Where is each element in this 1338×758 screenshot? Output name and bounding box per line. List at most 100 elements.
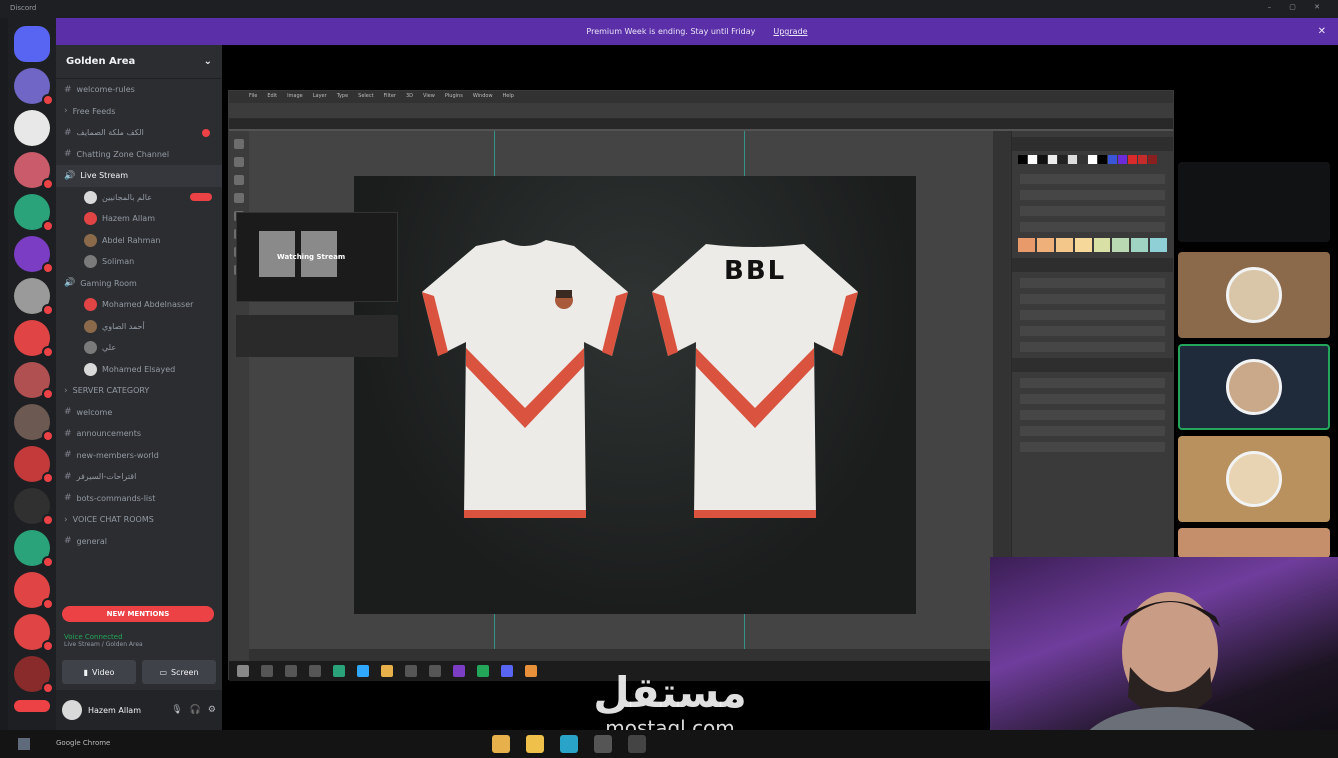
lasso-tool-icon[interactable] [234,175,244,185]
channel-item[interactable]: # bots-commands-list [56,488,222,510]
banner-upgrade-link[interactable]: Upgrade [773,27,807,36]
select-tool-icon[interactable] [234,157,244,167]
start-icon[interactable] [18,738,30,750]
voice-member[interactable]: Abdel Rahman [56,230,222,252]
channel-category[interactable]: › SERVER CATEGORY [56,380,222,402]
channel-category[interactable]: › VOICE CHAT ROOMS [56,509,222,531]
server-icon[interactable] [14,656,54,694]
headphones-icon[interactable]: 🎧 [190,705,201,715]
window-controls[interactable]: – ▢ ✕ [1268,3,1328,11]
close-icon[interactable]: ✕ [1318,26,1326,37]
crop-tool-icon[interactable] [234,193,244,203]
channel-item[interactable]: 🔊 Gaming Room [56,273,222,295]
server-icon[interactable] [14,278,54,316]
channel-category[interactable]: › Free Feeds [56,101,222,123]
server-icon[interactable] [14,152,54,190]
ps-menu-item[interactable]: Filter [384,93,396,101]
voice-member[interactable]: علي [56,337,222,359]
layer-row[interactable] [1020,410,1165,420]
ps-menu-item[interactable]: Select [358,93,373,101]
layer-row[interactable] [1020,378,1165,388]
server-icon[interactable] [14,320,54,358]
layer-row[interactable] [1020,442,1165,452]
swatch-folder[interactable] [1020,174,1165,184]
home-icon[interactable] [14,26,50,62]
swatch-folder[interactable] [1020,190,1165,200]
server-icon[interactable] [14,446,54,484]
edge-icon[interactable] [560,735,578,753]
new-mentions-pill[interactable]: NEW MENTIONS [62,606,214,622]
channel-item[interactable]: # اقتراحات-السيرفر [56,466,222,488]
screen-share-button[interactable]: ▭ Screen [142,660,216,684]
property-row[interactable] [1020,342,1165,352]
tone-swatches[interactable] [1012,238,1173,252]
swatch-folder[interactable] [1020,222,1165,232]
server-header[interactable]: Golden Area ⌄ [56,45,222,79]
swatches-grid[interactable] [1012,151,1173,168]
participant-tile[interactable] [1178,436,1330,522]
swatch-folder[interactable] [1020,206,1165,216]
server-icon[interactable] [14,68,54,106]
ps-menu-item[interactable]: Plugins [445,93,463,101]
channel-item[interactable]: # new-members-world [56,445,222,467]
voice-member[interactable]: عالم بالمجانيين [56,187,222,209]
participant-tile[interactable] [1178,528,1330,558]
channel-item[interactable]: # announcements [56,423,222,445]
ps-menu-item[interactable]: Window [473,93,493,101]
gear-icon[interactable]: ⚙ [208,705,216,715]
swatches-panel-header[interactable] [1012,137,1173,151]
avatar[interactable] [62,700,82,720]
chrome-icon[interactable] [492,735,510,753]
ps-menu-item[interactable]: 3D [406,93,413,101]
video-button[interactable]: ▮ Video [62,660,136,684]
voice-member[interactable]: Hazem Allam [56,208,222,230]
ps-menu-item[interactable]: View [423,93,435,101]
participant-tile[interactable] [1178,344,1330,430]
ps-menu-item[interactable]: Help [503,93,514,101]
folder-icon[interactable] [526,735,544,753]
properties-panel-header[interactable] [1012,258,1173,272]
property-row[interactable] [1020,310,1165,320]
server-icon[interactable] [14,530,54,568]
move-tool-icon[interactable] [234,139,244,149]
channel-item[interactable]: 🔊 Live Stream [56,165,222,187]
participant-tile-stream[interactable] [1178,162,1330,242]
app-icon[interactable] [594,735,612,753]
stream-preview-popup[interactable]: Watching Stream [236,212,398,302]
ps-canvas-area[interactable]: BBL [249,131,1009,649]
channel-item[interactable]: # Chatting Zone Channel [56,144,222,166]
layer-row[interactable] [1020,394,1165,404]
server-icon[interactable] [14,236,54,274]
microphone-icon[interactable]: 🎙 [171,705,182,715]
property-row[interactable] [1020,326,1165,336]
ps-document[interactable]: BBL [354,176,916,614]
server-icon[interactable] [14,362,54,400]
voice-member[interactable]: Mohamed Elsayed [56,359,222,381]
server-icon[interactable] [14,572,54,610]
ps-menu-item[interactable]: Image [287,93,303,101]
layer-row[interactable] [1020,426,1165,436]
server-icon[interactable] [14,110,50,146]
server-icon[interactable] [14,488,54,526]
os-taskbar-label[interactable]: Google Chrome [56,739,110,747]
property-row[interactable] [1020,294,1165,304]
ps-menu-item[interactable]: File [249,93,257,101]
channel-item[interactable]: # الكف ملكة الصمايف [56,122,222,144]
ps-menu-item[interactable]: Edit [267,93,277,101]
server-icon[interactable] [14,194,54,232]
channel-item[interactable]: # general [56,531,222,553]
app-icon[interactable] [628,735,646,753]
channel-item[interactable]: # welcome-rules [56,79,222,101]
ps-menu-item[interactable]: Layer [313,93,327,101]
ps-menu-item[interactable]: Type [337,93,348,101]
layers-panel-header[interactable] [1012,358,1173,372]
channel-item[interactable]: # welcome [56,402,222,424]
voice-member[interactable]: Soliman [56,251,222,273]
chevron-down-icon[interactable]: ⌄ [204,56,212,67]
new-mentions-rail-pill[interactable] [14,700,50,712]
property-row[interactable] [1020,278,1165,288]
voice-member[interactable]: Mohamed Abdelnasser [56,294,222,316]
participant-tile[interactable] [1178,252,1330,338]
server-icon[interactable] [14,404,54,442]
server-icon[interactable] [14,614,54,652]
